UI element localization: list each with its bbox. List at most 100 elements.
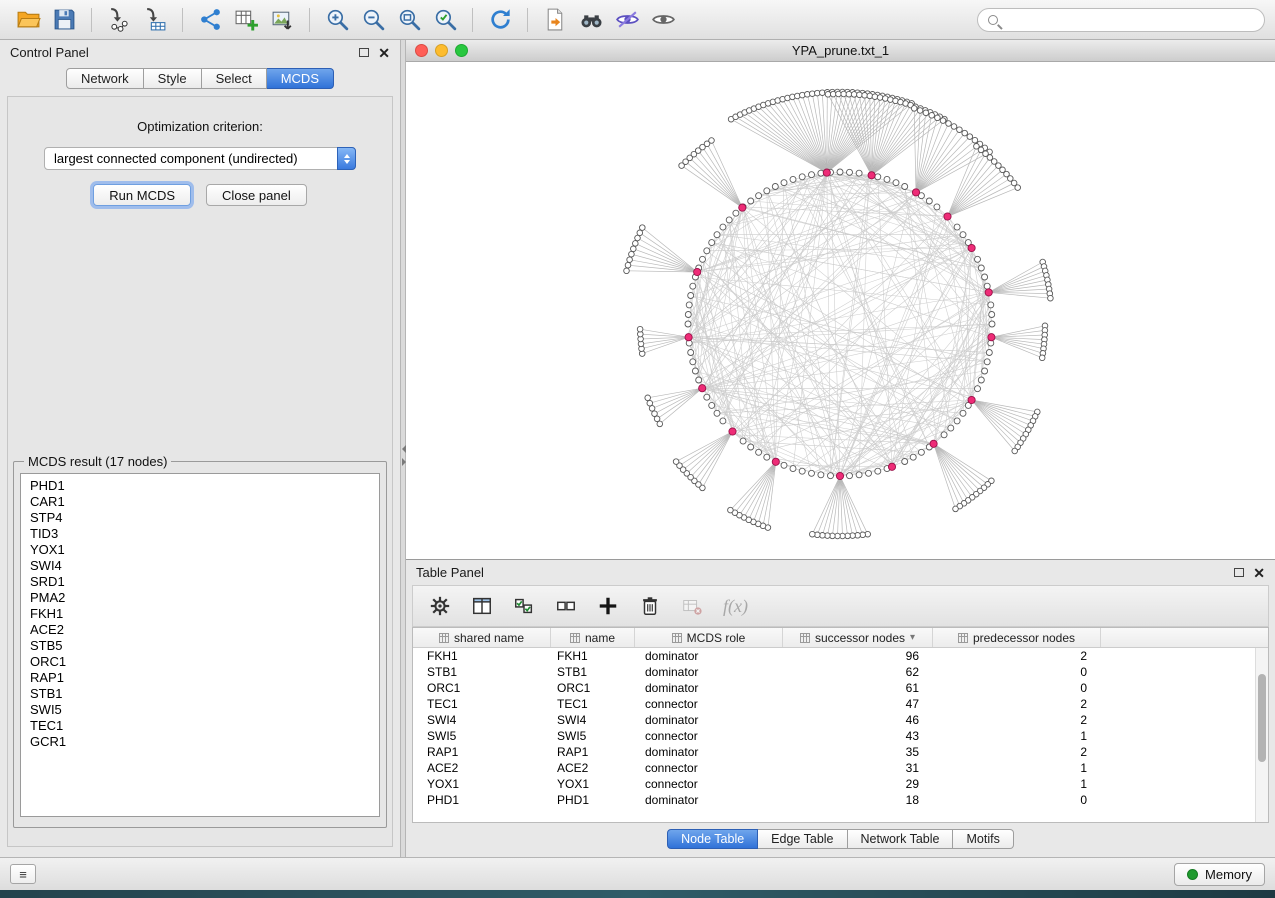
dominator-node[interactable] <box>944 213 951 220</box>
network-node[interactable] <box>690 283 696 289</box>
mcds-result-item[interactable]: STB5 <box>30 638 370 654</box>
network-node[interactable] <box>809 172 815 178</box>
dominator-node[interactable] <box>888 463 895 470</box>
leaf-node[interactable] <box>953 506 959 512</box>
network-node[interactable] <box>686 302 692 308</box>
dominator-node[interactable] <box>694 268 701 275</box>
dominator-node[interactable] <box>823 169 830 176</box>
leaf-node[interactable] <box>923 110 929 116</box>
mcds-result-item[interactable]: FKH1 <box>30 606 370 622</box>
dominator-node[interactable] <box>968 244 975 251</box>
dominator-node[interactable] <box>988 334 995 341</box>
mcds-result-item[interactable]: ACE2 <box>30 622 370 638</box>
mcds-result-item[interactable]: GCR1 <box>30 734 370 750</box>
network-node[interactable] <box>818 472 824 478</box>
column-header-predecessor-nodes[interactable]: predecessor nodes <box>933 628 1101 647</box>
leaf-node[interactable] <box>1015 185 1021 191</box>
table-row[interactable]: SWI5SWI5connector431 <box>413 728 1268 744</box>
zoom-selected-icon[interactable] <box>427 5 463 35</box>
table-row[interactable]: ACE2ACE2connector311 <box>413 760 1268 776</box>
network-node[interactable] <box>700 256 706 262</box>
status-menu-button[interactable]: ≡ <box>10 864 36 884</box>
network-node[interactable] <box>954 418 960 424</box>
network-node[interactable] <box>988 302 994 308</box>
network-node[interactable] <box>692 368 698 374</box>
table-row[interactable]: STB1STB1dominator620 <box>413 664 1268 680</box>
tab-network-table[interactable]: Network Table <box>848 829 954 849</box>
import-network-icon[interactable] <box>101 5 137 35</box>
dominator-node[interactable] <box>685 334 692 341</box>
network-node[interactable] <box>875 174 881 180</box>
leaf-node[interactable] <box>673 459 679 465</box>
window-minimize-icon[interactable] <box>435 44 448 57</box>
zoom-fit-icon[interactable] <box>391 5 427 35</box>
leaf-node[interactable] <box>872 94 878 100</box>
leaf-node[interactable] <box>967 134 973 140</box>
table-row[interactable]: RAP1RAP1dominator352 <box>413 744 1268 760</box>
network-node[interactable] <box>884 176 890 182</box>
dominator-node[interactable] <box>772 458 779 465</box>
network-node[interactable] <box>989 312 995 318</box>
network-node[interactable] <box>720 224 726 230</box>
network-node[interactable] <box>756 449 762 455</box>
network-node[interactable] <box>975 256 981 262</box>
mcds-result-item[interactable]: SRD1 <box>30 574 370 590</box>
network-node[interactable] <box>748 198 754 204</box>
table-scrollbar[interactable] <box>1255 648 1268 822</box>
delete-row-icon[interactable] <box>639 593 661 619</box>
leaf-node[interactable] <box>836 91 842 97</box>
close-control-panel-icon[interactable]: ✕ <box>378 47 390 59</box>
network-node[interactable] <box>790 176 796 182</box>
leaf-node[interactable] <box>649 406 655 412</box>
dominator-node[interactable] <box>912 189 919 196</box>
network-node[interactable] <box>714 232 720 238</box>
leaf-node[interactable] <box>1048 295 1054 301</box>
scrollbar-thumb[interactable] <box>1258 674 1266 762</box>
show-columns-icon[interactable] <box>471 593 493 619</box>
network-node[interactable] <box>910 454 916 460</box>
network-node[interactable] <box>893 180 899 186</box>
network-node[interactable] <box>756 193 762 199</box>
network-node[interactable] <box>856 170 862 176</box>
network-node[interactable] <box>799 174 805 180</box>
select-all-icon[interactable] <box>513 593 535 619</box>
network-node[interactable] <box>809 470 815 476</box>
visual-style-icon[interactable] <box>609 5 645 35</box>
mcds-result-item[interactable]: PHD1 <box>30 478 370 494</box>
eye-icon[interactable] <box>645 5 681 35</box>
leaf-node[interactable] <box>877 95 883 101</box>
leaf-node[interactable] <box>883 96 889 102</box>
network-node[interactable] <box>960 410 966 416</box>
mcds-result-item[interactable]: RAP1 <box>30 670 370 686</box>
add-row-icon[interactable] <box>597 593 619 619</box>
network-node[interactable] <box>740 438 746 444</box>
network-node[interactable] <box>709 240 715 246</box>
column-header-MCDS-role[interactable]: MCDS role <box>635 628 783 647</box>
network-node[interactable] <box>685 321 691 327</box>
leaf-node[interactable] <box>929 113 935 119</box>
network-node[interactable] <box>733 210 739 216</box>
network-node[interactable] <box>866 470 872 476</box>
leaf-node[interactable] <box>862 93 868 99</box>
leaf-node[interactable] <box>851 92 857 98</box>
network-node[interactable] <box>847 169 853 175</box>
network-node[interactable] <box>978 265 984 271</box>
leaf-node[interactable] <box>635 235 641 241</box>
leaf-node[interactable] <box>917 108 923 114</box>
close-panel-button[interactable]: Close panel <box>206 184 307 206</box>
leaf-node[interactable] <box>627 257 633 263</box>
leaf-node[interactable] <box>645 395 651 401</box>
zoom-in-icon[interactable] <box>319 5 355 35</box>
mcds-result-item[interactable]: STP4 <box>30 510 370 526</box>
leaf-node[interactable] <box>631 246 637 252</box>
network-node[interactable] <box>986 350 992 356</box>
table-row[interactable]: ORC1ORC1dominator610 <box>413 680 1268 696</box>
network-node[interactable] <box>799 468 805 474</box>
mcds-result-item[interactable]: ORC1 <box>30 654 370 670</box>
network-node[interactable] <box>790 466 796 472</box>
column-header-successor-nodes[interactable]: successor nodes▾ <box>783 628 933 647</box>
mcds-result-item[interactable]: PMA2 <box>30 590 370 606</box>
network-node[interactable] <box>984 359 990 365</box>
leaf-node[interactable] <box>640 225 646 231</box>
table-row[interactable]: PHD1PHD1dominator180 <box>413 792 1268 808</box>
